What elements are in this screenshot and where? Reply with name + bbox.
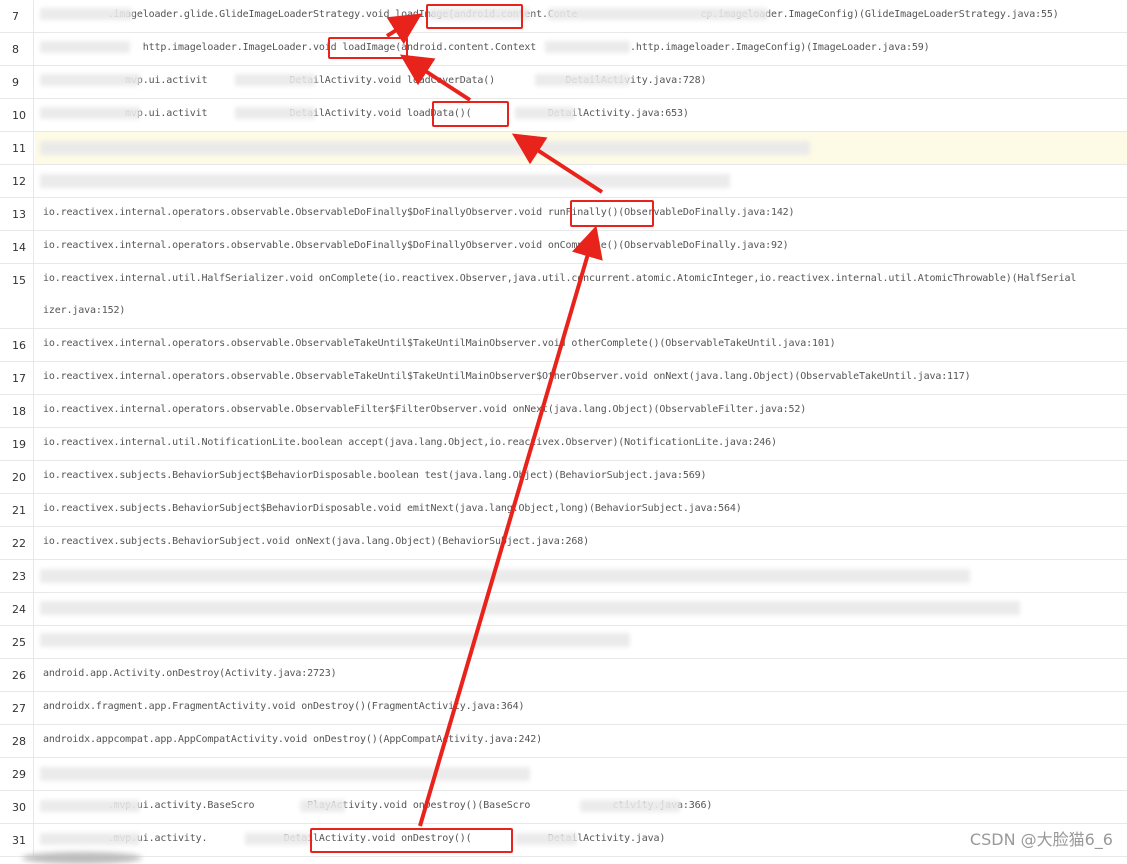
trace-row-22: 22 io.reactivex.subjects.BehaviorSubject.… bbox=[0, 527, 1127, 560]
redaction-blur bbox=[235, 74, 315, 86]
redaction-blur bbox=[300, 800, 345, 812]
csdn-watermark: CSDN @大脸猫6_6 bbox=[969, 830, 1113, 849]
line-number: 30 bbox=[0, 791, 34, 823]
frame-text: io.reactivex.internal.operators.observab… bbox=[43, 240, 789, 251]
trace-row-28: 28 androidx.appcompat.app.AppCompatActivi… bbox=[0, 725, 1127, 758]
line-number: 31 bbox=[0, 824, 34, 856]
code-cell: io.reactivex.subjects.BehaviorSubject.vo… bbox=[35, 527, 1127, 559]
code-cell: io.reactivex.internal.operators.observab… bbox=[35, 329, 1127, 361]
trace-row-13: 13 io.reactivex.internal.operators.observ… bbox=[0, 198, 1127, 231]
trace-row-17: 17 io.reactivex.internal.operators.observ… bbox=[0, 362, 1127, 395]
trace-row-30: 30 .mvp.ui.activity.BaseScro PlayActivit… bbox=[0, 791, 1127, 824]
trace-row-18: 18 io.reactivex.internal.operators.observ… bbox=[0, 395, 1127, 428]
frame-text: io.reactivex.internal.operators.observab… bbox=[43, 404, 807, 415]
line-number: 24 bbox=[0, 593, 34, 625]
line-number: 8 bbox=[0, 33, 34, 65]
line-number: 16 bbox=[0, 329, 34, 361]
line-number: 21 bbox=[0, 494, 34, 526]
line-number: 14 bbox=[0, 231, 34, 263]
redaction-blur bbox=[515, 833, 577, 845]
line-number: 27 bbox=[0, 692, 34, 724]
line-number: 22 bbox=[0, 527, 34, 559]
redaction-blur bbox=[40, 833, 140, 845]
line-number: 19 bbox=[0, 428, 34, 460]
frame-text: io.reactivex.subjects.BehaviorSubject$Be… bbox=[43, 470, 707, 481]
line-number: 25 bbox=[0, 626, 34, 658]
line-number: 20 bbox=[0, 461, 34, 493]
line-number: 15 bbox=[0, 264, 34, 328]
code-cell: io.reactivex.subjects.BehaviorSubject$Be… bbox=[35, 494, 1127, 526]
trace-row-14: 14 io.reactivex.internal.operators.observ… bbox=[0, 231, 1127, 264]
redaction-blur bbox=[235, 107, 315, 119]
redaction-blur bbox=[40, 107, 140, 119]
frame-text: io.reactivex.internal.util.HalfSerialize… bbox=[43, 273, 1077, 284]
trace-row-26: 26 android.app.Activity.onDestroy(Activit… bbox=[0, 659, 1127, 692]
line-number: 28 bbox=[0, 725, 34, 757]
code-cell: io.reactivex.subjects.BehaviorSubject$Be… bbox=[35, 461, 1127, 493]
frame-text: io.reactivex.internal.util.NotificationL… bbox=[43, 437, 777, 448]
code-cell: io.reactivex.internal.util.NotificationL… bbox=[35, 428, 1127, 460]
line-number: 11 bbox=[0, 132, 34, 164]
line-number: 13 bbox=[0, 198, 34, 230]
line-number: 10 bbox=[0, 99, 34, 131]
redaction-blur bbox=[40, 41, 130, 53]
trace-row-21: 21 io.reactivex.subjects.BehaviorSubject$… bbox=[0, 494, 1127, 527]
frame-text: io.reactivex.internal.operators.observab… bbox=[43, 207, 795, 218]
frame-text-continued: izer.java:152) bbox=[43, 305, 126, 316]
frame-text: io.reactivex.internal.operators.observab… bbox=[43, 338, 836, 349]
code-cell: androidx.appcompat.app.AppCompatActivity… bbox=[35, 725, 1127, 757]
redaction-blur bbox=[535, 74, 630, 86]
redaction-blur bbox=[40, 174, 730, 188]
corner-shadow bbox=[22, 852, 142, 864]
redaction-blur bbox=[40, 569, 970, 583]
frame-text: android.app.Activity.onDestroy(Activity.… bbox=[43, 668, 337, 679]
code-cell: io.reactivex.internal.operators.observab… bbox=[35, 395, 1127, 427]
redaction-blur bbox=[580, 800, 680, 812]
code-cell: mvp.ui.activit DetailActivity.void loadD… bbox=[35, 99, 1127, 131]
redaction-blur bbox=[40, 633, 630, 647]
frame-text: io.reactivex.internal.operators.observab… bbox=[43, 371, 971, 382]
code-cell: io.reactivex.internal.operators.observab… bbox=[35, 362, 1127, 394]
stack-trace-table: 7 .imageloader.glide.GlideImageLoaderStr… bbox=[0, 0, 1127, 858]
redaction-blur bbox=[245, 833, 310, 845]
redaction-blur bbox=[40, 800, 140, 812]
redaction-blur bbox=[40, 601, 1020, 615]
frame-text: http.imageloader.ImageLoader.void loadIm… bbox=[43, 42, 930, 53]
trace-row-20: 20 io.reactivex.subjects.BehaviorSubject$… bbox=[0, 461, 1127, 494]
line-number: 18 bbox=[0, 395, 34, 427]
line-number: 12 bbox=[0, 165, 34, 197]
code-cell: android.app.Activity.onDestroy(Activity.… bbox=[35, 659, 1127, 691]
trace-row-19: 19 io.reactivex.internal.util.Notificatio… bbox=[0, 428, 1127, 461]
redaction-blur bbox=[515, 107, 575, 119]
line-number: 7 bbox=[0, 0, 34, 32]
trace-row-27: 27 androidx.fragment.app.FragmentActivity… bbox=[0, 692, 1127, 725]
redaction-blur bbox=[548, 8, 768, 20]
redaction-blur bbox=[40, 767, 530, 781]
redaction-blur bbox=[40, 8, 132, 20]
redaction-blur bbox=[430, 8, 530, 20]
code-cell: .mvp.ui.activity. DetailActivity.void on… bbox=[35, 824, 1127, 856]
trace-row-16: 16 io.reactivex.internal.operators.observ… bbox=[0, 329, 1127, 362]
frame-text: androidx.appcompat.app.AppCompatActivity… bbox=[43, 734, 542, 745]
code-cell: io.reactivex.internal.operators.observab… bbox=[35, 198, 1127, 230]
code-cell: io.reactivex.internal.operators.observab… bbox=[35, 231, 1127, 263]
redaction-blur bbox=[40, 141, 810, 155]
frame-text: io.reactivex.subjects.BehaviorSubject.vo… bbox=[43, 536, 589, 547]
line-number: 26 bbox=[0, 659, 34, 691]
line-number: 9 bbox=[0, 66, 34, 98]
line-number: 23 bbox=[0, 560, 34, 592]
code-cell: androidx.fragment.app.FragmentActivity.v… bbox=[35, 692, 1127, 724]
frame-text: androidx.fragment.app.FragmentActivity.v… bbox=[43, 701, 525, 712]
line-number: 17 bbox=[0, 362, 34, 394]
code-cell: io.reactivex.internal.util.HalfSerialize… bbox=[35, 264, 1127, 328]
frame-text: io.reactivex.subjects.BehaviorSubject$Be… bbox=[43, 503, 742, 514]
trace-row-15: 15 io.reactivex.internal.util.HalfSeriali… bbox=[0, 264, 1127, 329]
redaction-blur bbox=[545, 41, 630, 53]
redaction-blur bbox=[40, 74, 140, 86]
line-number: 29 bbox=[0, 758, 34, 790]
